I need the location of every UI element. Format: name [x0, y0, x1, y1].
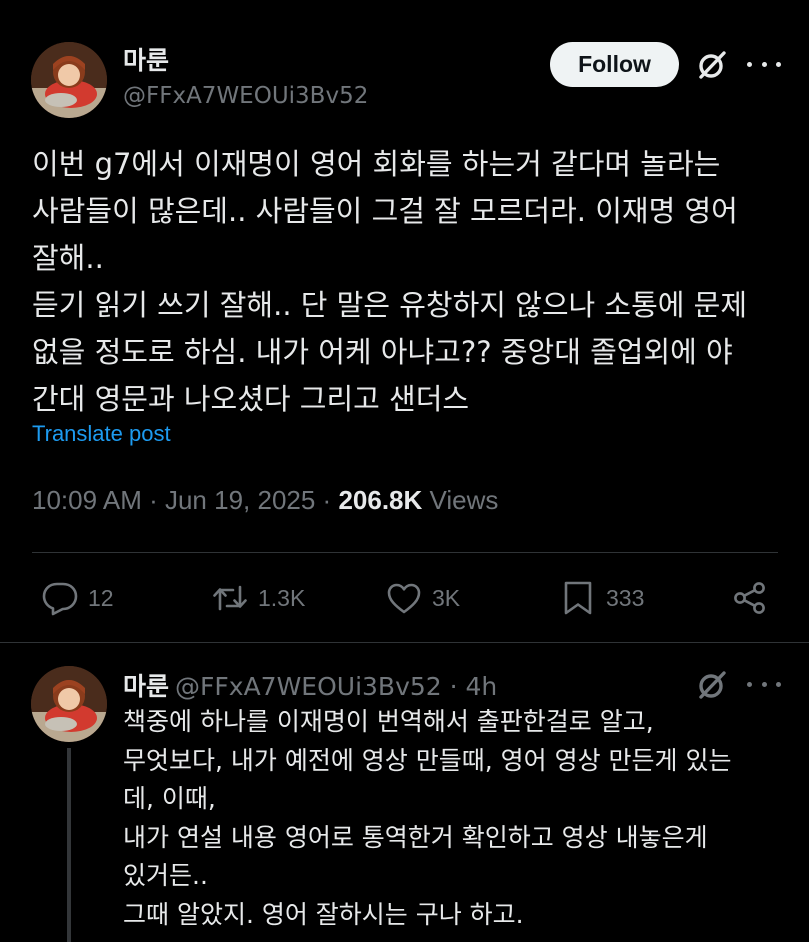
repost-count: 1.3K: [258, 584, 306, 611]
post-time[interactable]: 10:09 AM: [32, 485, 142, 515]
translate-post-link[interactable]: Translate post: [32, 421, 171, 447]
reply-text-line: 있거든..: [123, 861, 208, 890]
views-label: Views: [429, 485, 499, 515]
reply-text-line: 그때 알았지. 영어 잘하시는 구나 하고.: [123, 899, 524, 929]
post-date[interactable]: Jun 19, 2025: [165, 485, 315, 515]
reply-count: 12: [88, 584, 114, 611]
reply-text: 책중에 하나를 이재명이 번역해서 출판한걸로 알고, 무엇보다, 내가 예전에…: [123, 703, 793, 934]
share-icon: [734, 582, 765, 614]
post-meta: 10:09 AM · Jun 19, 2025 · 206.8K Views: [32, 485, 498, 516]
like-count: 3K: [432, 584, 461, 611]
author-handle[interactable]: @FFxA7WEOUi3Bv52: [123, 83, 368, 109]
reply-text-line: 내가 연설 내용 영어로 통역한거 확인하고 영상 내놓은게: [123, 822, 708, 852]
divider: [0, 642, 809, 643]
grok-icon[interactable]: [695, 668, 729, 702]
reply-header: 마룬 @FFxA7WEOUi3Bv52 · 4h: [123, 667, 497, 703]
heart-icon: [387, 583, 421, 614]
post-text-line: 이번 g7에서 이재명이 영어 회화를 하는거 같다며 놀라는: [32, 147, 721, 181]
post-text-line: 없을 정도로 하심. 내가 어케 아냐고?? 중앙대 졸업외에 야: [32, 335, 733, 369]
reply-button[interactable]: 12: [42, 578, 114, 618]
post-text-line: 사람들이 많은데.. 사람들이 그걸 잘 모르더라. 이재명 영어: [32, 194, 738, 228]
reply-text-line: 무엇보다, 내가 예전에 영상 만들때, 영어 영상 만든게 있는: [123, 745, 732, 775]
reply-author-avatar[interactable]: [31, 666, 107, 742]
views-count: 206.8K: [338, 485, 423, 515]
meta-separator: ·: [315, 485, 339, 515]
more-options-icon[interactable]: [747, 52, 781, 76]
reply-handle-and-time[interactable]: @FFxA7WEOUi3Bv52 · 4h: [175, 672, 497, 701]
reply-author-name[interactable]: 마룬: [123, 672, 169, 701]
like-button[interactable]: 3K: [386, 578, 460, 618]
reply-text-line: 책중에 하나를 이재명이 번역해서 출판한걸로 알고,: [123, 707, 654, 736]
more-options-icon[interactable]: [747, 672, 781, 696]
bookmark-button[interactable]: 333: [560, 578, 644, 618]
author-avatar[interactable]: [31, 42, 107, 118]
reply-text-line: 데, 이때,: [123, 784, 216, 813]
post-text-line: 듣기 읽기 쓰기 잘해.. 단 말은 유창하지 않으나 소통에 문제: [32, 288, 748, 322]
tweet-detail-page: 마룬 @FFxA7WEOUi3Bv52 Follow 이번 g7에서 이재명이 …: [0, 0, 809, 942]
grok-icon[interactable]: [695, 48, 729, 82]
thread-line: [67, 748, 71, 942]
post-text-line: 잘해..: [32, 241, 104, 275]
reply-bubble-icon: [42, 582, 78, 616]
divider: [32, 552, 778, 553]
repost-button[interactable]: 1.3K: [212, 578, 305, 618]
bookmark-icon: [564, 581, 592, 615]
follow-button[interactable]: Follow: [550, 42, 679, 87]
repost-icon: [213, 585, 247, 611]
post-text: 이번 g7에서 이재명이 영어 회화를 하는거 같다며 놀라는 사람들이 많은데…: [32, 141, 792, 423]
share-button[interactable]: [732, 578, 768, 618]
post-text-line: 간대 영문과 나오셨다 그리고 샌더스: [32, 382, 470, 416]
bookmark-count: 333: [606, 584, 645, 611]
meta-separator: ·: [141, 485, 165, 515]
author-display-name[interactable]: 마룬: [123, 41, 169, 77]
